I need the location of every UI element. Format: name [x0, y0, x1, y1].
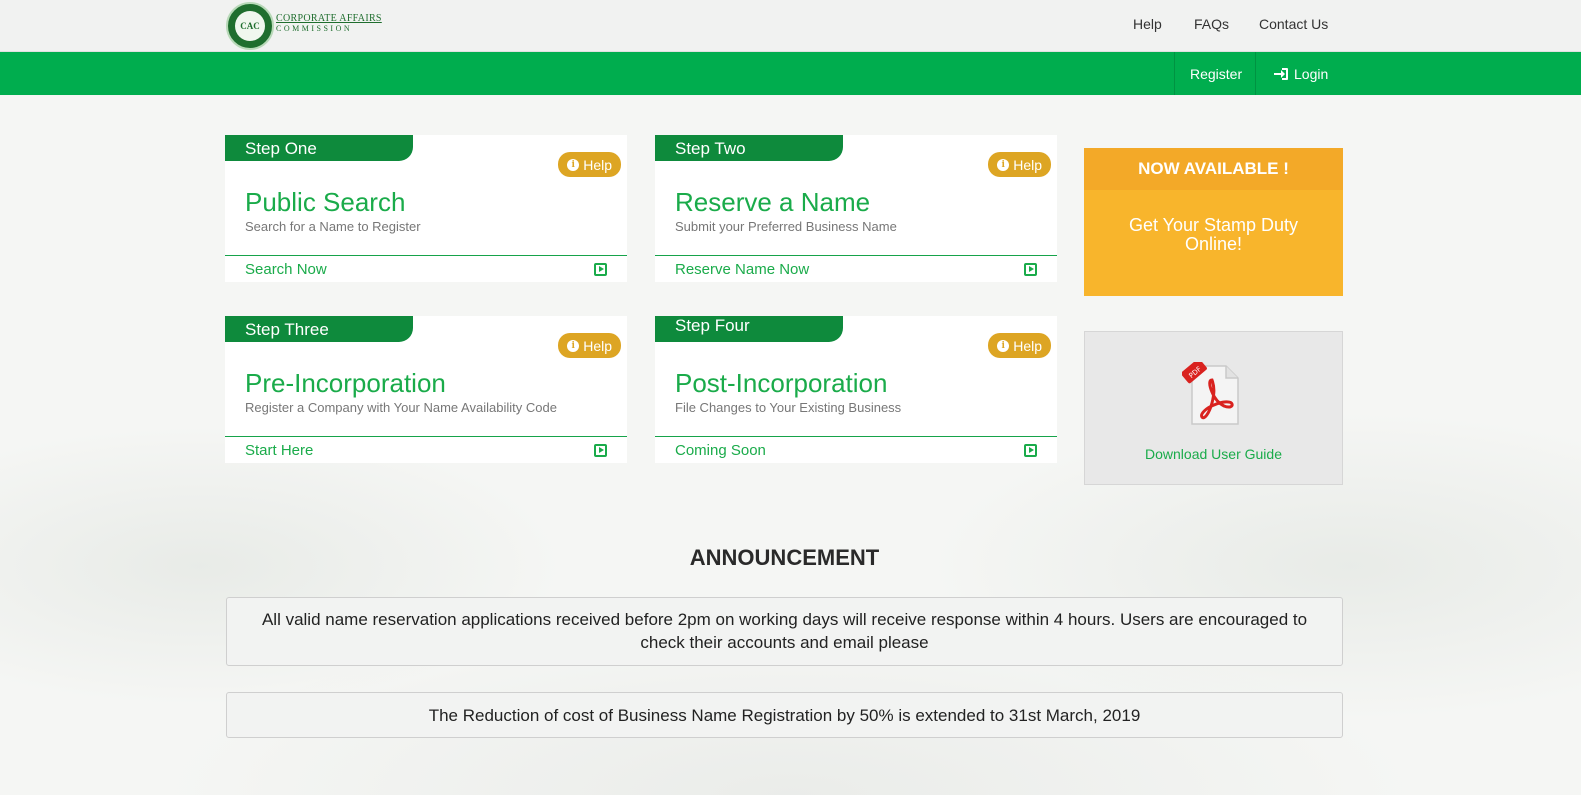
help-button[interactable]: i Help — [988, 333, 1051, 358]
logo-text[interactable]: CORPORATE AFFAIRS COMMISSION — [276, 14, 382, 34]
step-card-post-incorporation: Step Four i Help Post-Incorporation File… — [655, 316, 1057, 463]
play-icon[interactable] — [594, 444, 607, 457]
stamp-duty-heading: NOW AVAILABLE ! — [1084, 148, 1343, 190]
reserve-name-now-link[interactable]: Reserve Name Now — [675, 261, 809, 278]
help-label: Help — [583, 156, 612, 173]
step-tab: Step One — [225, 135, 413, 161]
card-title: Reserve a Name — [675, 187, 871, 217]
announcement-item: The Reduction of cost of Business Name R… — [226, 692, 1343, 738]
card-subtitle: File Changes to Your Existing Business — [675, 400, 902, 415]
announcement-item: All valid name reservation applications … — [226, 597, 1343, 666]
card-divider — [225, 255, 627, 256]
card-title: Public Search — [245, 187, 406, 217]
card-subtitle: Submit your Preferred Business Name — [675, 219, 897, 234]
help-label: Help — [1013, 337, 1042, 354]
top-header: CAC CORPORATE AFFAIRS COMMISSION Help FA… — [0, 0, 1581, 52]
logo-emblem: CAC — [235, 11, 265, 41]
green-nav-bar: Register Login — [0, 52, 1581, 95]
logo-text-line1: CORPORATE AFFAIRS — [276, 13, 382, 24]
announcement-text: The Reduction of cost of Business Name R… — [428, 706, 1141, 725]
step-tab: Step Two — [655, 135, 843, 161]
nav-help-link[interactable]: Help — [1133, 16, 1162, 32]
announcement-title: ANNOUNCEMENT — [689, 545, 880, 570]
card-subtitle: Search for a Name to Register — [245, 219, 421, 234]
sign-in-icon — [1274, 68, 1288, 80]
pdf-icon[interactable]: PDF — [1182, 362, 1242, 428]
register-link[interactable]: Register — [1190, 66, 1242, 82]
play-icon[interactable] — [594, 263, 607, 276]
play-icon[interactable] — [1024, 263, 1037, 276]
card-title: Pre-Incorporation — [245, 368, 446, 398]
nav-contact-link[interactable]: Contact Us — [1259, 16, 1328, 32]
cac-logo[interactable]: CAC — [226, 2, 274, 50]
help-label: Help — [1013, 156, 1042, 173]
coming-soon-link[interactable]: Coming Soon — [675, 442, 766, 459]
help-label: Help — [583, 337, 612, 354]
start-here-link[interactable]: Start Here — [245, 442, 313, 459]
card-divider — [655, 255, 1057, 256]
info-icon: i — [567, 339, 580, 352]
download-user-guide-link[interactable]: Download User Guide — [1085, 446, 1342, 462]
nav-divider — [1255, 52, 1256, 95]
info-icon: i — [997, 339, 1010, 352]
step-tab: Step Three — [225, 316, 413, 342]
card-title: Post-Incorporation — [675, 368, 888, 398]
card-divider — [225, 436, 627, 437]
logo-text-line2: COMMISSION — [276, 24, 353, 33]
play-icon[interactable] — [1024, 444, 1037, 457]
nav-faqs-link[interactable]: FAQs — [1194, 16, 1229, 32]
login-label: Login — [1294, 66, 1329, 82]
info-icon: i — [997, 158, 1010, 171]
help-button[interactable]: i Help — [988, 152, 1051, 177]
step-tab: Step Four — [655, 316, 843, 342]
card-divider — [655, 436, 1057, 437]
stamp-duty-promo[interactable]: NOW AVAILABLE ! Get Your Stamp Duty Onli… — [1084, 148, 1343, 296]
help-button[interactable]: i Help — [558, 152, 621, 177]
help-button[interactable]: i Help — [558, 333, 621, 358]
nav-divider — [1174, 52, 1175, 95]
info-icon: i — [567, 158, 580, 171]
announcement-text: All valid name reservation applications … — [261, 610, 1308, 652]
user-guide-panel: PDF Download User Guide — [1084, 331, 1343, 485]
stamp-duty-text: Get Your Stamp Duty Online! — [1128, 215, 1299, 254]
card-subtitle: Register a Company with Your Name Availa… — [245, 400, 557, 415]
step-card-public-search: Step One i Help Public Search Search for… — [225, 135, 627, 282]
step-card-pre-incorporation: Step Three i Help Pre-Incorporation Regi… — [225, 316, 627, 463]
search-now-link[interactable]: Search Now — [245, 261, 327, 278]
login-link[interactable]: Login — [1274, 66, 1328, 82]
step-card-reserve-name: Step Two i Help Reserve a Name Submit yo… — [655, 135, 1057, 282]
